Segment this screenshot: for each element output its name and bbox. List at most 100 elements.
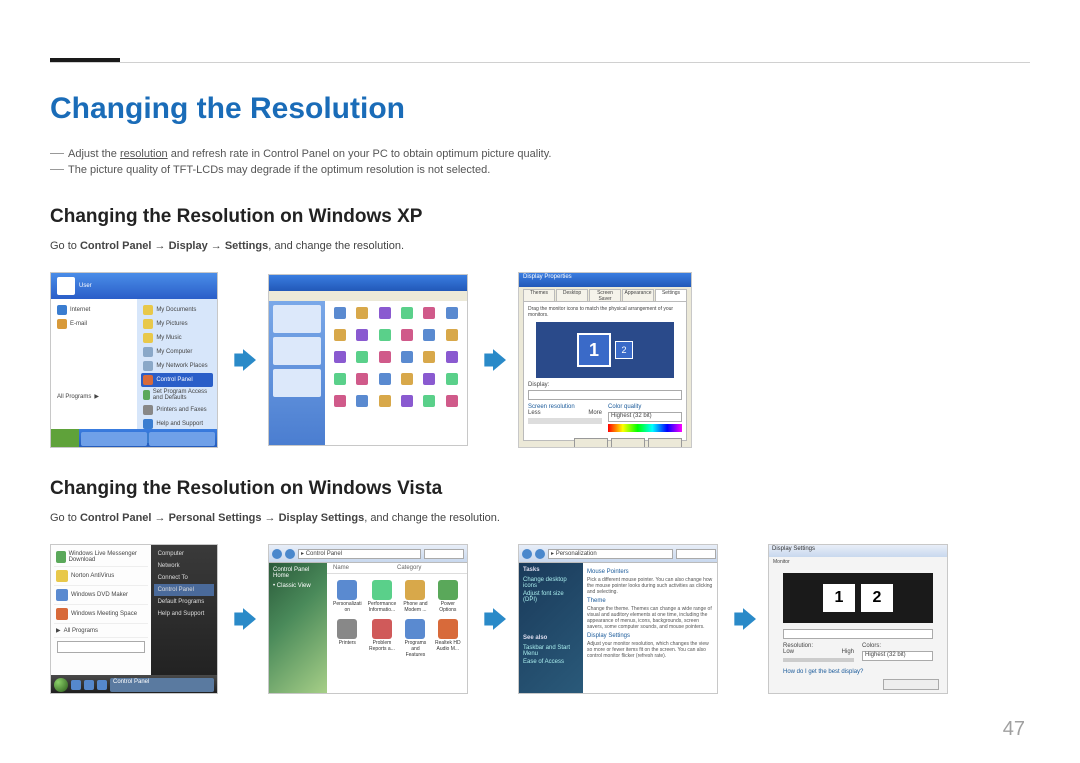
search-input[interactable] — [57, 641, 145, 653]
start-item[interactable]: Help and Support — [141, 417, 213, 431]
start-item[interactable]: My Network Places — [141, 359, 213, 373]
cp-item[interactable]: Programs and Features — [402, 619, 428, 658]
start-item-control-panel[interactable]: Control Panel — [154, 584, 214, 596]
cp-icon[interactable] — [398, 307, 416, 325]
monitor-2[interactable]: 2 — [615, 341, 633, 359]
cp-icon[interactable] — [376, 307, 394, 325]
back-button[interactable] — [522, 549, 532, 559]
display-dropdown[interactable] — [528, 390, 682, 400]
start-item[interactable]: Norton AntiVirus — [54, 567, 148, 586]
start-item[interactable]: My Documents — [141, 303, 213, 317]
start-item-email[interactable]: E-mail — [55, 317, 133, 331]
troubleshoot-button[interactable] — [611, 438, 645, 448]
back-button[interactable] — [272, 549, 282, 559]
cp-icon[interactable] — [443, 307, 461, 325]
cp-item[interactable]: Realtek HD Audio M... — [435, 619, 461, 658]
forward-button[interactable] — [285, 549, 295, 559]
advanced-button[interactable] — [648, 438, 682, 448]
taskbar-item[interactable]: Control Panel — [110, 678, 214, 692]
cp-icon[interactable] — [420, 307, 438, 325]
start-item[interactable]: Set Program Access and Defaults — [141, 387, 213, 403]
monitor-1[interactable]: 1 — [577, 333, 611, 367]
seealso-link[interactable]: Ease of Access — [523, 659, 579, 665]
start-item[interactable]: Windows Meeting Space — [54, 605, 148, 624]
cp-icon[interactable] — [443, 351, 461, 369]
link-theme[interactable]: Theme — [587, 598, 713, 604]
start-item[interactable]: Network — [154, 560, 214, 572]
cp-item[interactable]: Problem Reports a... — [368, 619, 397, 658]
start-item-control-panel[interactable]: Control Panel — [141, 373, 213, 387]
help-link[interactable]: How do I get the best display? — [783, 669, 933, 675]
color-quality-dropdown[interactable]: Highest (32 bit) — [608, 412, 682, 422]
taskbar-item[interactable] — [149, 432, 215, 446]
task-link[interactable]: Change desktop icons — [523, 577, 579, 589]
sidebar-link[interactable]: • Classic View — [273, 583, 323, 589]
cp-icon[interactable] — [398, 351, 416, 369]
start-item[interactable]: Windows Live Messenger Download — [54, 548, 148, 567]
quick-launch-item[interactable] — [84, 680, 94, 690]
start-item[interactable]: Windows DVD Maker — [54, 586, 148, 605]
tab-themes[interactable]: Themes — [523, 289, 555, 301]
task-link[interactable]: Adjust font size (DPI) — [523, 591, 579, 603]
cp-item[interactable]: Power Options — [435, 580, 461, 613]
seealso-link[interactable]: Taskbar and Start Menu — [523, 645, 579, 657]
start-item[interactable]: Printers and Faxes — [141, 403, 213, 417]
cp-icon[interactable] — [331, 329, 349, 347]
start-item[interactable]: Help and Support — [154, 608, 214, 620]
cp-icon[interactable] — [420, 329, 438, 347]
sidebar-link[interactable]: Control Panel Home — [273, 567, 323, 579]
resolution-slider[interactable] — [783, 658, 854, 662]
cp-icon[interactable] — [376, 351, 394, 369]
tab-monitor[interactable]: Monitor — [769, 557, 947, 567]
address-bar[interactable]: ▸ Control Panel — [298, 549, 421, 559]
cp-item-personalization[interactable]: Personalizati on — [333, 580, 362, 613]
tab-appearance[interactable]: Appearance — [622, 289, 654, 301]
cp-icon[interactable] — [443, 329, 461, 347]
cp-icon[interactable] — [353, 395, 371, 413]
cp-icon[interactable] — [331, 395, 349, 413]
cp-icon[interactable] — [376, 329, 394, 347]
address-bar[interactable]: ▸ Personalization — [548, 549, 673, 559]
link-mouse-pointers[interactable]: Mouse Pointers — [587, 569, 713, 575]
advanced-settings-button[interactable] — [883, 679, 939, 690]
cp-item[interactable]: Printers — [333, 619, 362, 658]
cp-icon[interactable] — [443, 395, 461, 413]
start-all-programs[interactable]: All Programs ▶ — [55, 391, 133, 402]
display-dropdown[interactable] — [783, 629, 933, 639]
identify-button[interactable] — [574, 438, 608, 448]
start-item[interactable]: My Computer — [141, 345, 213, 359]
start-item[interactable]: Computer — [154, 548, 214, 560]
cp-icon[interactable] — [376, 395, 394, 413]
start-item[interactable]: Default Programs — [154, 596, 214, 608]
cp-icon[interactable] — [420, 395, 438, 413]
cp-icon[interactable] — [353, 307, 371, 325]
colors-dropdown[interactable]: Highest (32 bit) — [862, 651, 933, 661]
cp-icon[interactable] — [331, 373, 349, 391]
cp-icon[interactable] — [331, 351, 349, 369]
search-input[interactable] — [676, 549, 716, 559]
cp-item[interactable]: Phone and Modem ... — [402, 580, 428, 613]
cp-item[interactable]: Performance Informatio... — [368, 580, 397, 613]
cp-icon[interactable] — [353, 373, 371, 391]
start-orb[interactable] — [54, 678, 68, 692]
monitor-1[interactable]: 1 — [823, 584, 855, 612]
start-button[interactable] — [51, 429, 79, 448]
tab-desktop[interactable]: Desktop — [556, 289, 588, 301]
forward-button[interactable] — [535, 549, 545, 559]
monitor-2[interactable]: 2 — [861, 584, 893, 612]
start-item[interactable]: My Pictures — [141, 317, 213, 331]
search-input[interactable] — [424, 549, 464, 559]
cp-icon[interactable] — [331, 307, 349, 325]
cp-icon[interactable] — [398, 329, 416, 347]
cp-icon[interactable] — [398, 395, 416, 413]
cp-icon[interactable] — [353, 329, 371, 347]
quick-launch-item[interactable] — [71, 680, 81, 690]
start-item[interactable]: Connect To — [154, 572, 214, 584]
resolution-slider[interactable] — [528, 418, 602, 424]
quick-launch-item[interactable] — [97, 680, 107, 690]
cp-icon[interactable] — [376, 373, 394, 391]
cp-icon[interactable] — [353, 351, 371, 369]
taskbar-item[interactable] — [81, 432, 147, 446]
start-all-programs[interactable]: ▶ All Programs — [54, 624, 148, 638]
cp-icon[interactable] — [420, 351, 438, 369]
